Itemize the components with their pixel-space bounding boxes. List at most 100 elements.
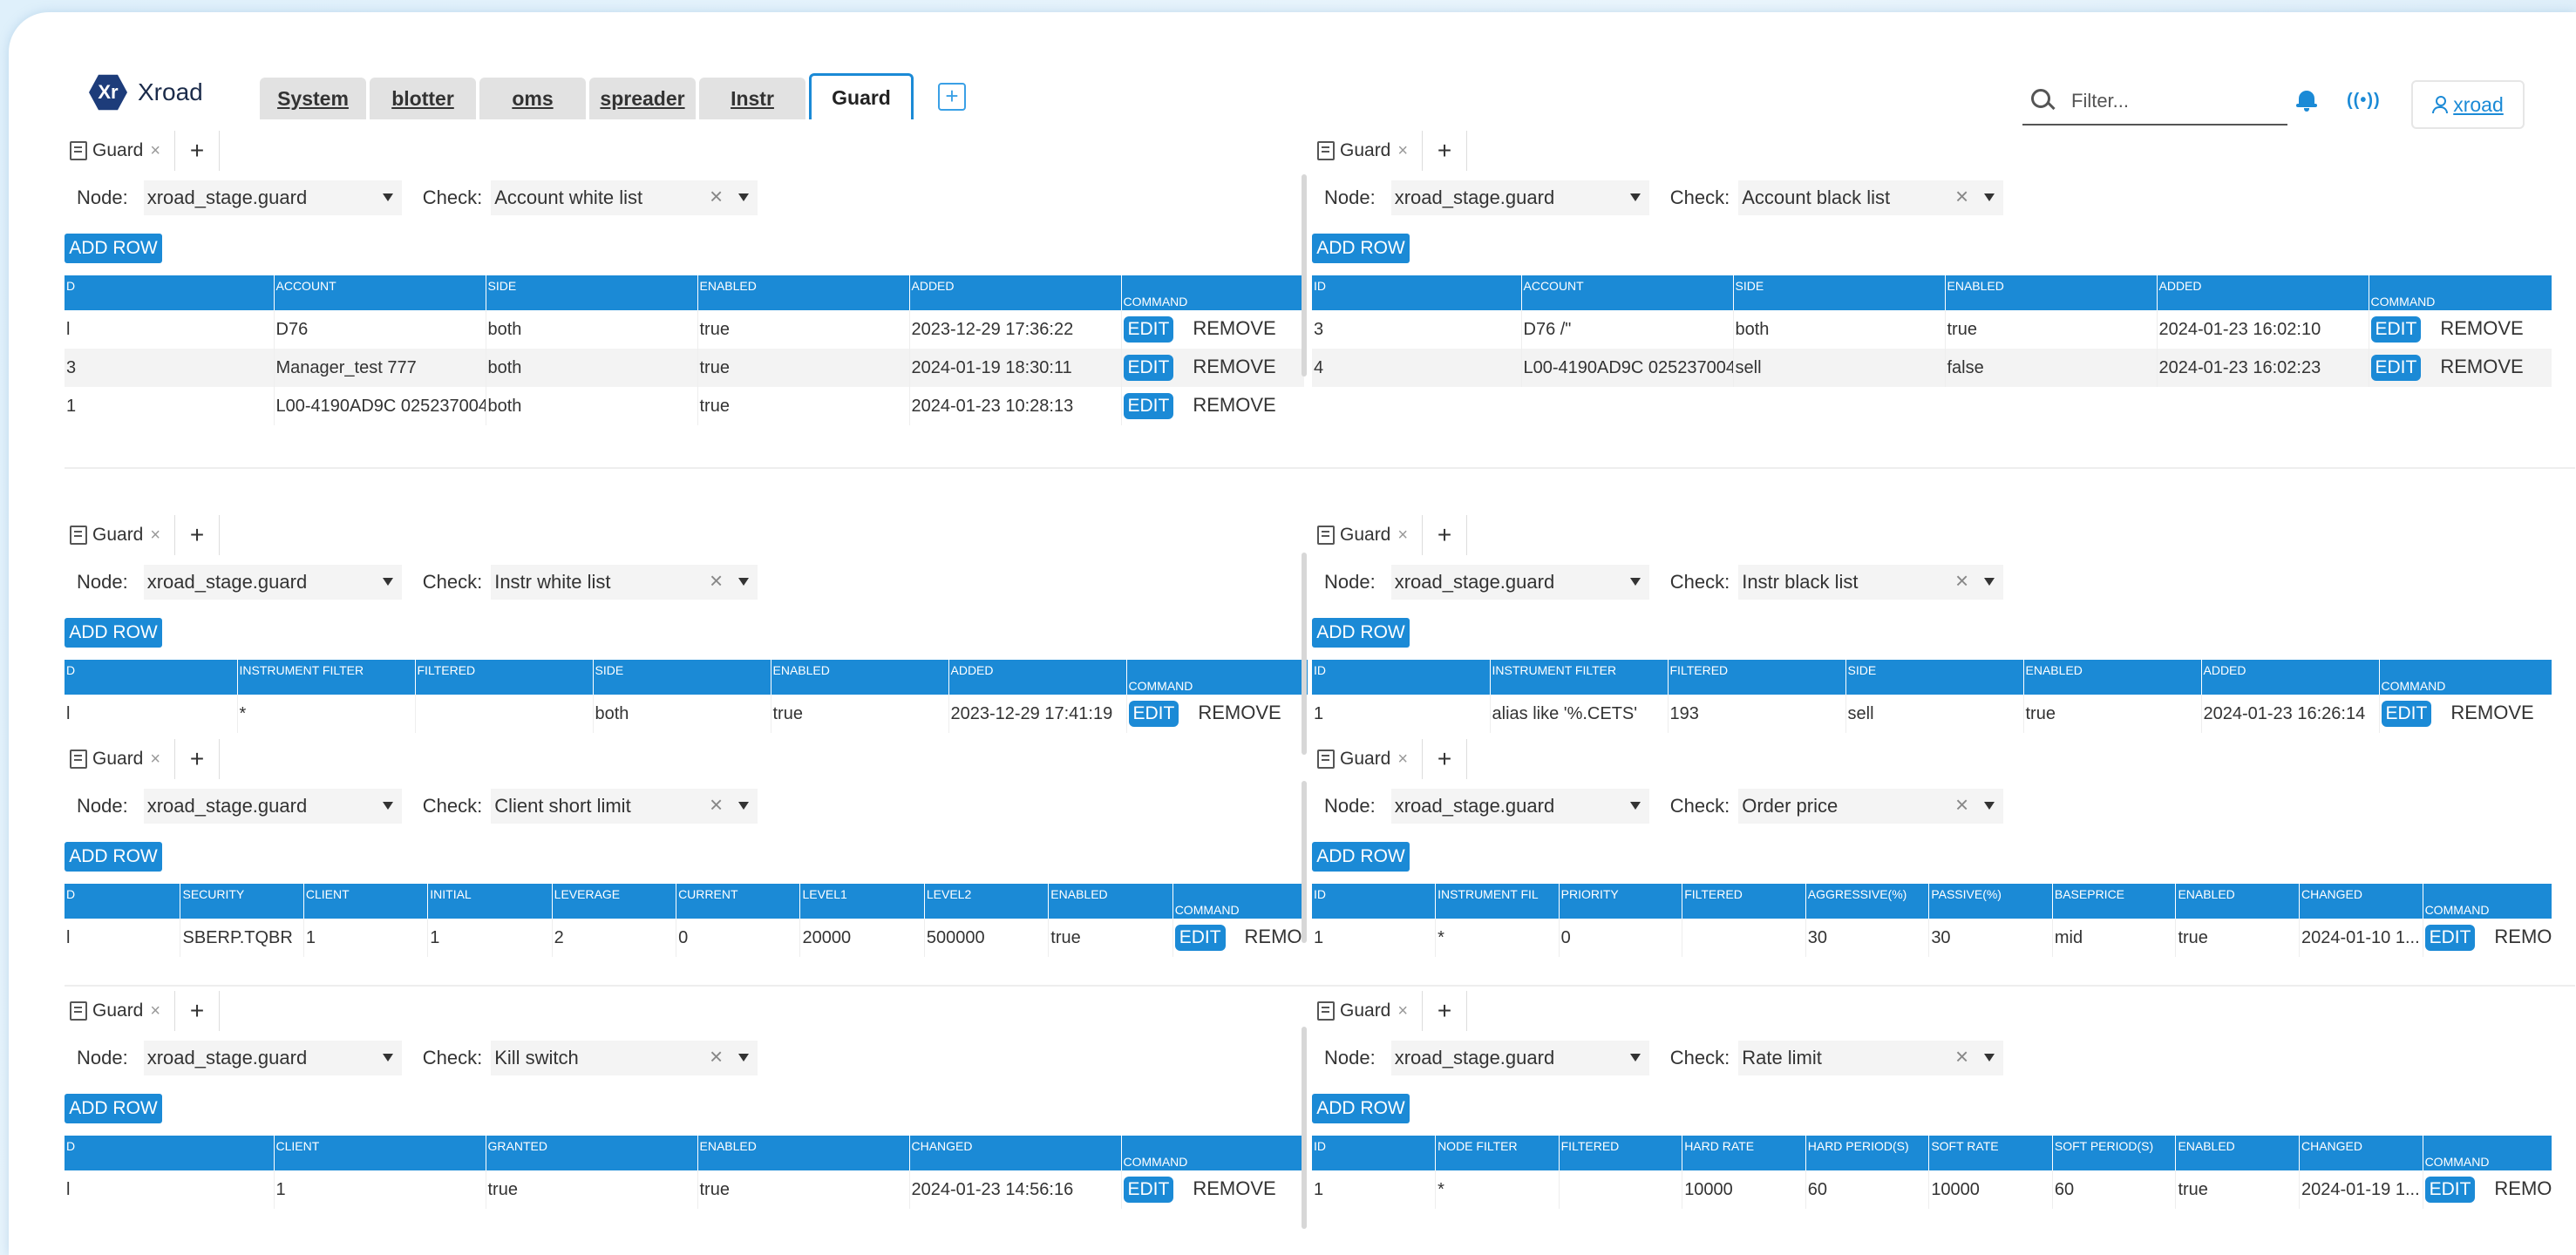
filter-input[interactable] bbox=[2070, 85, 2282, 117]
check-select[interactable]: Instr white list × bbox=[491, 565, 758, 600]
clear-icon[interactable]: × bbox=[1955, 567, 1968, 594]
column-header[interactable]: FILTERED bbox=[1558, 1136, 1682, 1170]
check-select[interactable]: Account white list × bbox=[491, 180, 758, 215]
column-header[interactable]: ADDED bbox=[908, 275, 1121, 310]
add-row-button[interactable]: ADD ROW bbox=[65, 234, 162, 263]
add-tab-button[interactable]: + bbox=[938, 83, 966, 111]
column-header[interactable]: D bbox=[65, 884, 180, 919]
node-select[interactable]: xroad_stage.guard bbox=[1390, 180, 1649, 215]
add-row-button[interactable]: ADD ROW bbox=[65, 1094, 162, 1123]
column-header[interactable]: COMMAND bbox=[2368, 275, 2552, 310]
tab-system[interactable]: System bbox=[260, 78, 366, 119]
check-select[interactable]: Client short limit × bbox=[491, 789, 758, 824]
panel-tab[interactable]: Guard × bbox=[70, 140, 160, 161]
column-header[interactable]: HARD PERIOD(S) bbox=[1805, 1136, 1929, 1170]
column-header[interactable]: CURRENT bbox=[676, 884, 800, 919]
column-header[interactable]: SIDE bbox=[1732, 275, 1945, 310]
close-icon[interactable]: × bbox=[1397, 526, 1408, 546]
column-header[interactable]: SIDE bbox=[1845, 660, 2023, 695]
column-header[interactable]: CLIENT bbox=[302, 884, 428, 919]
column-header[interactable]: ID bbox=[1312, 660, 1490, 695]
edit-button[interactable]: EDIT bbox=[1123, 355, 1174, 381]
column-header[interactable]: ADDED bbox=[948, 660, 1126, 695]
node-select[interactable]: xroad_stage.guard bbox=[143, 565, 402, 600]
column-header[interactable]: ID bbox=[1312, 275, 1521, 310]
column-header[interactable]: CHANGED bbox=[908, 1136, 1121, 1170]
column-header[interactable]: ACCOUNT bbox=[1520, 275, 1733, 310]
column-header[interactable]: ID bbox=[1312, 884, 1436, 919]
column-header[interactable]: NODE FILTER bbox=[1435, 1136, 1560, 1170]
add-row-button[interactable]: ADD ROW bbox=[65, 842, 162, 872]
table-row[interactable]: l D76 both true 2023-12-29 17:36:22 EDIT REMOV… bbox=[65, 310, 1304, 349]
column-header[interactable]: INSTRUMENT FIL bbox=[1435, 884, 1560, 919]
column-header[interactable]: CHANGED bbox=[2299, 1136, 2423, 1170]
close-icon[interactable]: × bbox=[1397, 141, 1408, 161]
column-header[interactable]: COMMAND bbox=[1125, 660, 1308, 695]
add-row-button[interactable]: ADD ROW bbox=[1312, 618, 1410, 648]
remove-button[interactable]: REMOVE bbox=[2494, 926, 2552, 948]
edit-button[interactable]: EDIT bbox=[2424, 925, 2476, 951]
edit-button[interactable]: EDIT bbox=[1123, 1177, 1174, 1203]
node-select[interactable]: xroad_stage.guard bbox=[143, 789, 402, 824]
tab-blotter[interactable]: blotter bbox=[370, 78, 476, 119]
edit-button[interactable]: EDIT bbox=[1128, 701, 1179, 727]
app-logo[interactable]: Xr Xroad bbox=[89, 73, 203, 112]
column-header[interactable]: ENABLED bbox=[770, 660, 948, 695]
tab-spreader[interactable]: spreader bbox=[589, 78, 696, 119]
column-header[interactable]: ID bbox=[1312, 1136, 1436, 1170]
add-panel-tab-button[interactable]: + bbox=[174, 515, 221, 555]
vertical-splitter[interactable] bbox=[1302, 174, 1307, 376]
panel-tab[interactable]: Guard × bbox=[1317, 525, 1408, 546]
column-header[interactable]: ENABLED bbox=[2022, 660, 2201, 695]
column-header[interactable]: PASSIVE(%) bbox=[1928, 884, 2053, 919]
column-header[interactable]: FILTERED bbox=[1667, 660, 1845, 695]
column-header[interactable]: ENABLED bbox=[1944, 275, 2157, 310]
column-header[interactable]: ENABLED bbox=[697, 1136, 909, 1170]
table-row[interactable]: 3 Manager_test 777 both true 2024-01-19 18:3… bbox=[65, 349, 1304, 387]
bell-icon[interactable] bbox=[2296, 91, 2317, 112]
clear-icon[interactable]: × bbox=[1955, 1043, 1968, 1070]
column-header[interactable]: SIDE bbox=[592, 660, 771, 695]
check-select[interactable]: Kill switch × bbox=[491, 1041, 758, 1075]
column-header[interactable]: ENABLED bbox=[2175, 1136, 2300, 1170]
add-panel-tab-button[interactable]: + bbox=[1422, 131, 1468, 171]
edit-button[interactable]: EDIT bbox=[2381, 701, 2432, 727]
table-row[interactable]: 1 L00-4190AD9C 0252370046 both true 2024-01-… bbox=[65, 387, 1304, 425]
column-header[interactable]: INSTRUMENT FILTER bbox=[1489, 660, 1668, 695]
column-header[interactable]: ACCOUNT bbox=[273, 275, 486, 310]
node-select[interactable]: xroad_stage.guard bbox=[1390, 789, 1649, 824]
panel-tab[interactable]: Guard × bbox=[1317, 749, 1408, 770]
column-header[interactable]: SOFT PERIOD(S) bbox=[2051, 1136, 2176, 1170]
add-row-button[interactable]: ADD ROW bbox=[65, 618, 162, 648]
add-panel-tab-button[interactable]: + bbox=[174, 991, 221, 1031]
remove-button[interactable]: REMOVE bbox=[1193, 356, 1275, 378]
column-header[interactable]: COMMAND bbox=[2422, 1136, 2552, 1170]
remove-button[interactable]: REMOVE bbox=[2450, 702, 2533, 724]
tab-guard[interactable]: Guard bbox=[809, 73, 914, 119]
column-header[interactable]: FILTERED bbox=[414, 660, 593, 695]
close-icon[interactable]: × bbox=[150, 1001, 160, 1021]
tab-instr[interactable]: Instr bbox=[699, 78, 805, 119]
check-select[interactable]: Account black list × bbox=[1738, 180, 2004, 215]
tab-oms[interactable]: oms bbox=[479, 78, 586, 119]
column-header[interactable]: ADDED bbox=[2156, 275, 2369, 310]
table-row[interactable]: lSBERP.TQBR112020000500000trueEDITREMOVE bbox=[65, 919, 1304, 957]
column-header[interactable]: COMMAND bbox=[1120, 1136, 1304, 1170]
column-header[interactable]: FILTERED bbox=[1682, 884, 1806, 919]
panel-tab[interactable]: Guard × bbox=[1317, 1001, 1408, 1021]
column-header[interactable]: BASEPRICE bbox=[2051, 884, 2176, 919]
column-header[interactable]: GRANTED bbox=[485, 1136, 697, 1170]
add-panel-tab-button[interactable]: + bbox=[1422, 991, 1468, 1031]
column-header[interactable]: CLIENT bbox=[273, 1136, 486, 1170]
table-row[interactable]: l 1 true true 2024-01-23 14:56:16 EDIT REMOVE bbox=[65, 1170, 1304, 1209]
column-header[interactable]: AGGRESSIVE(%) bbox=[1805, 884, 1929, 919]
check-select[interactable]: Rate limit × bbox=[1738, 1041, 2004, 1075]
column-header[interactable]: D bbox=[65, 1136, 274, 1170]
column-header[interactable]: COMMAND bbox=[2378, 660, 2552, 695]
column-header[interactable]: SIDE bbox=[485, 275, 697, 310]
close-icon[interactable]: × bbox=[150, 750, 160, 770]
column-header[interactable]: INITIAL bbox=[427, 884, 553, 919]
column-header[interactable]: ENABLED bbox=[697, 275, 909, 310]
vertical-splitter[interactable] bbox=[1302, 1027, 1307, 1229]
add-row-button[interactable]: ADD ROW bbox=[1312, 1094, 1410, 1123]
